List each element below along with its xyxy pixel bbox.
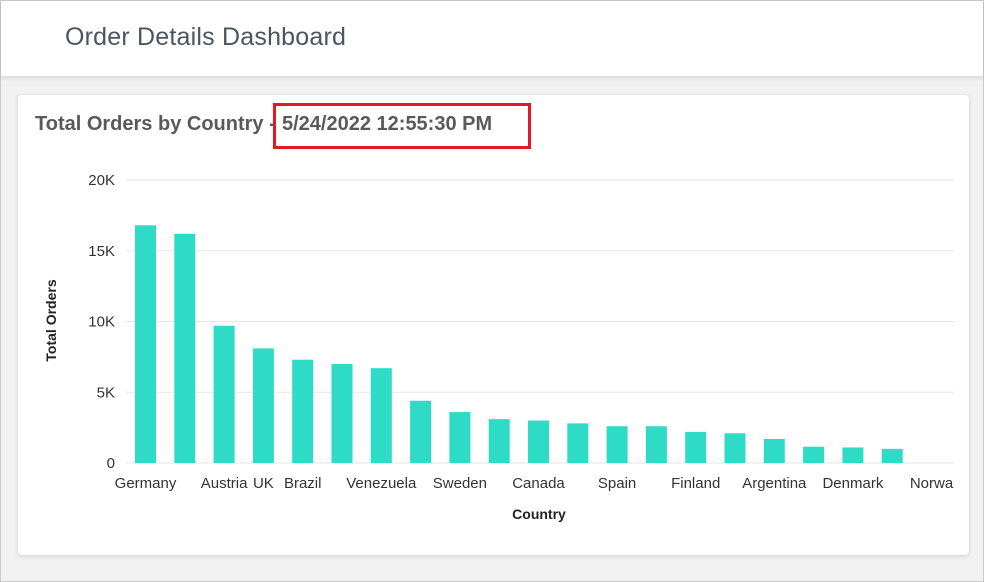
bar-switzerland[interactable]: [645, 426, 667, 463]
bar-portugal[interactable]: [803, 446, 825, 463]
bar-ireland[interactable]: [410, 400, 432, 463]
x-tick-label: Austria: [201, 475, 248, 492]
bar-finland[interactable]: [685, 431, 707, 463]
y-tick-label: 0: [107, 455, 115, 472]
y-tick-label: 15K: [88, 243, 115, 260]
x-tick-label: Spain: [598, 475, 636, 492]
bar-argentina[interactable]: [763, 438, 785, 463]
bar-denmark[interactable]: [842, 447, 864, 463]
bar-uk[interactable]: [252, 348, 274, 463]
bar-poland[interactable]: [881, 448, 903, 463]
y-axis-ticks: 0 5K 10K 15K 20K: [88, 172, 115, 472]
x-tick-label: Sweden: [433, 475, 487, 492]
x-tick-label: Argentina: [742, 475, 807, 492]
x-tick-label: UK: [253, 475, 274, 492]
x-tick-label: Canada: [512, 475, 565, 492]
bar-series[interactable]: [135, 225, 903, 463]
orders-bar-chart[interactable]: Germany Austria UK Brazil Venezuela Sweden Can…: [18, 95, 969, 555]
bar-brazil[interactable]: [292, 359, 314, 463]
x-axis-title: Country: [512, 506, 566, 522]
x-tick-label: Venezuela: [346, 475, 417, 492]
bar-sweden[interactable]: [449, 412, 471, 463]
dashboard-title: Order Details Dashboard: [65, 23, 347, 51]
x-tick-label: Denmark: [822, 475, 883, 492]
bar-mexico[interactable]: [488, 419, 510, 463]
bar-france[interactable]: [331, 363, 353, 463]
bar-italy[interactable]: [724, 433, 746, 463]
y-tick-label: 10K: [88, 314, 115, 331]
y-tick-label: 5K: [97, 384, 115, 401]
dashboard-header: Order Details Dashboard: [1, 1, 983, 76]
x-tick-label: Finland: [671, 475, 720, 492]
bar-belgium[interactable]: [567, 423, 589, 463]
bar-germany[interactable]: [135, 225, 156, 463]
bar-venezuela[interactable]: [370, 368, 392, 463]
y-tick-label: 20K: [88, 172, 115, 189]
x-tick-label: Germany: [115, 475, 177, 492]
bar-spain[interactable]: [606, 426, 628, 463]
x-tick-label: Norwa: [910, 475, 954, 492]
x-tick-label: Brazil: [284, 475, 322, 492]
chart-card[interactable]: Total Orders by Country - 5/24/2022 12:5…: [18, 95, 969, 555]
bar-canada[interactable]: [528, 420, 549, 463]
x-axis-ticks: Germany Austria UK Brazil Venezuela Sweden Can…: [115, 475, 954, 492]
bar-usa[interactable]: [174, 233, 196, 463]
bar-austria[interactable]: [213, 325, 235, 463]
y-axis-title: Total Orders: [43, 279, 59, 361]
